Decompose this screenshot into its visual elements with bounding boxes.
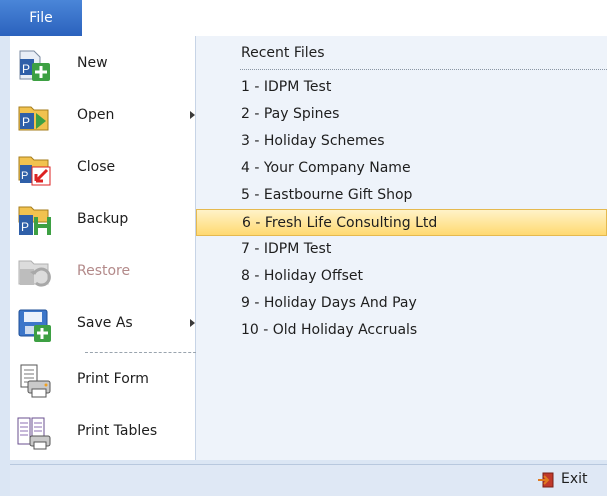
exit-button[interactable]: Exit <box>537 469 601 491</box>
restore-label: Restore <box>77 263 131 279</box>
backup-label: Backup <box>77 211 129 227</box>
open-file-icon: P <box>18 106 49 131</box>
open-label: Open <box>77 107 115 123</box>
recent-file-item[interactable]: 8 - Holiday Offset <box>196 263 607 290</box>
print-tables-label: Print Tables <box>77 423 158 439</box>
svg-text:P: P <box>22 62 30 76</box>
svg-text:P: P <box>22 115 30 129</box>
backup-menu-item[interactable]: P Backup <box>10 195 196 245</box>
recent-file-item[interactable]: 5 - Eastbourne Gift Shop <box>196 182 607 209</box>
print-form-menu-item[interactable]: Print Form <box>10 355 196 405</box>
restore-icon <box>18 260 51 287</box>
recent-file-item[interactable]: 1 - IDPM Test <box>196 74 607 101</box>
print-form-icon <box>20 364 51 398</box>
new-menu-item[interactable]: P New <box>10 39 196 89</box>
recent-file-item[interactable]: 3 - Holiday Schemes <box>196 128 607 155</box>
recent-file-item[interactable]: 4 - Your Company Name <box>196 155 607 182</box>
title-strip: File <box>0 0 607 36</box>
close-menu-item[interactable]: P Close <box>10 143 196 193</box>
new-label: New <box>77 55 108 71</box>
submenu-arrow-icon <box>190 319 195 327</box>
svg-text:P: P <box>21 170 28 182</box>
new-file-icon: P <box>19 50 50 81</box>
svg-text:P: P <box>21 220 29 234</box>
save-as-menu-item[interactable]: Save As <box>10 299 196 349</box>
recent-file-item[interactable]: 7 - IDPM Test <box>196 236 607 263</box>
file-tab[interactable]: File <box>0 0 82 36</box>
file-menu: P New P Open P Close P Backup Restore Sa… <box>0 36 607 496</box>
open-menu-item[interactable]: P Open <box>10 91 196 141</box>
recent-files-divider <box>240 69 607 70</box>
exit-label: Exit <box>561 471 588 487</box>
backup-icon: P <box>18 206 51 235</box>
submenu-arrow-icon <box>190 111 195 119</box>
menu-footer: Exit <box>10 464 607 496</box>
restore-menu-item: Restore <box>10 247 196 297</box>
recent-file-item[interactable]: 9 - Holiday Days And Pay <box>196 290 607 317</box>
recent-file-item[interactable]: 2 - Pay Spines <box>196 101 607 128</box>
close-file-icon: P <box>18 156 51 186</box>
recent-file-item-selected[interactable]: 6 - Fresh Life Consulting Ltd <box>196 209 607 236</box>
menu-commands: P New P Open P Close P Backup Restore Sa… <box>10 36 201 460</box>
save-as-icon <box>18 309 51 342</box>
print-tables-menu-item[interactable]: Print Tables <box>10 407 196 457</box>
exit-icon <box>538 472 554 488</box>
print-tables-icon <box>17 417 51 450</box>
recent-files-header: Recent Files <box>241 45 325 61</box>
recent-files-pane: Recent Files 1 - IDPM Test 2 - Pay Spine… <box>196 36 607 460</box>
save-as-label: Save As <box>77 315 133 331</box>
recent-file-item[interactable]: 10 - Old Holiday Accruals <box>196 317 607 344</box>
close-label: Close <box>77 159 116 175</box>
print-form-label: Print Form <box>77 371 149 387</box>
menu-separator <box>85 352 201 353</box>
